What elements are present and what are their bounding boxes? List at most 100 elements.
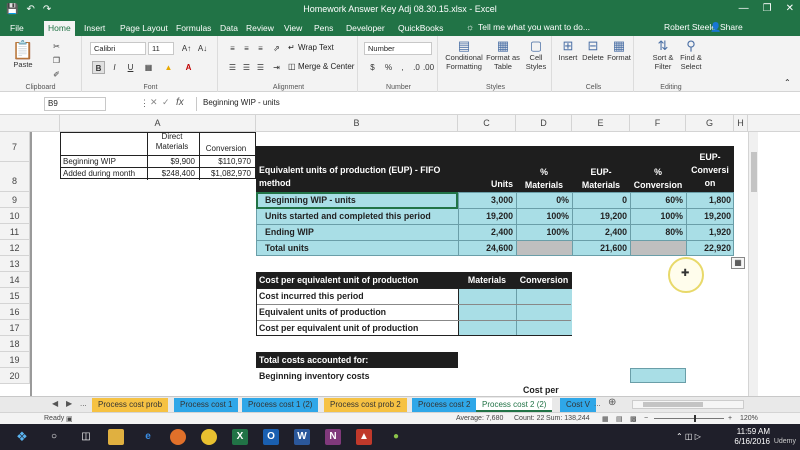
eup-row-pct-mat[interactable]: 100% <box>516 227 572 238</box>
fill-color-icon[interactable]: ▲ <box>162 61 175 74</box>
quick-analysis-icon[interactable]: ▦ <box>731 257 745 269</box>
align-middle-icon[interactable]: ≡ <box>240 42 253 55</box>
zoom-level[interactable]: 120% <box>740 415 758 422</box>
notification-icons[interactable]: ⌃ ◫ ▷ <box>676 432 701 441</box>
word-icon[interactable]: W <box>294 429 310 445</box>
normal-view-icon[interactable]: ▦ <box>602 415 609 423</box>
eup-row-label[interactable]: Units started and completed this period <box>262 211 458 222</box>
total-eup-conversion[interactable]: 22,920 <box>686 243 734 254</box>
worksheet-grid[interactable]: A B C D E F G H 7 8 9 10 11 12 13 14 15 … <box>0 115 800 398</box>
column-header-e[interactable]: E <box>572 115 630 132</box>
copy-icon[interactable]: ❐ <box>50 54 63 67</box>
eup-row-pct-conv[interactable]: 100% <box>630 211 686 222</box>
eup-row-pct-conv[interactable]: 60% <box>630 195 686 206</box>
row-header-19[interactable]: 19 <box>0 352 30 368</box>
column-header-h[interactable]: H <box>734 115 748 132</box>
format-painter-icon[interactable]: ✐ <box>50 68 63 81</box>
sort-filter-button[interactable]: ⇅ Sort & Filter <box>650 38 676 71</box>
insert-function-button[interactable]: fx <box>176 97 184 108</box>
align-center-icon[interactable]: ☰ <box>240 61 253 74</box>
tab-data[interactable]: Data <box>216 22 242 34</box>
windows-icon[interactable]: ❖ <box>14 429 30 445</box>
row-header-20[interactable]: 20 <box>0 368 30 384</box>
scroll-thumb[interactable] <box>751 152 757 192</box>
scroll-tabs-left-icon[interactable]: ◀ <box>52 399 58 408</box>
eup-row-pct-mat[interactable]: 0% <box>516 195 572 206</box>
eup-row-pct-mat[interactable]: 100% <box>516 211 572 222</box>
excel-icon[interactable]: X <box>232 429 248 445</box>
number-format-select[interactable]: Number <box>364 42 432 55</box>
format-as-table-button[interactable]: ▦ Format as Table <box>486 38 520 71</box>
eup-row-eup-mat[interactable]: 2,400 <box>572 227 630 238</box>
eup-row-pct-conv[interactable]: 80% <box>630 227 686 238</box>
user-name[interactable]: Robert Steele <box>664 22 716 32</box>
share-button[interactable]: Share <box>720 22 743 32</box>
zoom-slider-thumb[interactable] <box>694 415 696 422</box>
sheet-tab[interactable]: Process cost 1 <box>174 398 239 412</box>
task-view-icon[interactable]: ◫ <box>78 429 94 445</box>
tab-quickbooks[interactable]: QuickBooks <box>394 22 447 34</box>
add-sheet-icon[interactable]: ⊕ <box>608 397 616 408</box>
font-name-select[interactable]: Calibri <box>90 42 146 55</box>
sheet-tab[interactable]: Cost V <box>560 398 597 412</box>
delete-cells-button[interactable]: ⊟ Delete <box>580 38 606 62</box>
firefox-icon[interactable] <box>170 429 186 445</box>
vertical-scrollbar[interactable] <box>748 132 758 398</box>
eup-row-label[interactable]: Ending WIP <box>262 227 458 238</box>
tab-file[interactable]: File <box>6 22 28 34</box>
align-left-icon[interactable]: ☰ <box>226 61 239 74</box>
eup-row-eup-conv[interactable]: 1,800 <box>686 195 734 206</box>
taskbar-clock[interactable]: 11:59 AM 6/16/2016 <box>734 427 770 447</box>
zoom-out-icon[interactable]: − <box>644 415 648 422</box>
tell-me-search[interactable]: Tell me what you want to do... <box>478 22 590 32</box>
row-header-10[interactable]: 10 <box>0 208 30 224</box>
tab-insert[interactable]: Insert <box>80 22 109 34</box>
paint-icon[interactable]: ● <box>388 429 404 445</box>
eup-row-units[interactable]: 2,400 <box>458 227 516 238</box>
tab-developer[interactable]: Developer <box>342 22 389 34</box>
file-explorer-icon[interactable] <box>108 429 124 445</box>
collapse-ribbon-icon[interactable]: ⌃ <box>784 78 791 87</box>
cost-per-eu-label[interactable]: Cost per equivalent unit of production <box>256 323 458 334</box>
eu-production-label[interactable]: Equivalent units of production <box>256 307 458 318</box>
orientation-icon[interactable]: ⇗ <box>270 42 283 55</box>
beginning-inventory-label[interactable]: Beginning inventory costs <box>256 371 458 382</box>
tab-review[interactable]: Review <box>242 22 278 34</box>
borders-icon[interactable]: ▦ <box>142 61 155 74</box>
row-header-15[interactable]: 15 <box>0 288 30 304</box>
conditional-formatting-button[interactable]: ▤ Conditional Formatting <box>444 38 484 71</box>
currency-button[interactable]: $ <box>366 61 379 74</box>
scroll-tabs-right-icon[interactable]: ▶ <box>66 399 72 408</box>
total-units-label[interactable]: Total units <box>262 243 458 254</box>
column-header-g[interactable]: G <box>686 115 734 132</box>
eup-row-eup-mat[interactable]: 0 <box>572 195 630 206</box>
eup-row-units[interactable]: 19,200 <box>458 211 516 222</box>
eup-row-eup-mat[interactable]: 19,200 <box>572 211 630 222</box>
cost-incurred-label[interactable]: Cost incurred this period <box>256 291 458 302</box>
wrap-text-button[interactable]: Wrap Text <box>298 43 334 52</box>
insert-cells-button[interactable]: ⊞ Insert <box>556 38 580 62</box>
tab-formulas[interactable]: Formulas <box>172 22 215 34</box>
font-color-icon[interactable]: A <box>182 61 195 74</box>
font-size-select[interactable]: 11 <box>148 42 174 55</box>
tab-view[interactable]: View <box>280 22 306 34</box>
chrome-icon[interactable] <box>201 429 217 445</box>
find-select-button[interactable]: ⚲ Find & Select <box>678 38 704 71</box>
decrease-font-icon[interactable]: A↓ <box>196 42 209 55</box>
align-right-icon[interactable]: ☰ <box>254 61 267 74</box>
more-sheets-right[interactable]: ... <box>594 399 601 408</box>
zoom-slider[interactable] <box>654 415 724 422</box>
increase-font-icon[interactable]: A↑ <box>180 42 193 55</box>
edge-icon[interactable]: e <box>140 429 156 445</box>
page-layout-view-icon[interactable]: ▤ <box>616 415 623 423</box>
bold-button[interactable]: B <box>92 61 105 74</box>
column-header-a[interactable]: A <box>60 115 256 132</box>
eup-row-eup-conv[interactable]: 1,920 <box>686 227 734 238</box>
sheet-tab[interactable]: Process cost prob 2 <box>324 398 407 412</box>
cut-icon[interactable]: ✂ <box>50 40 63 53</box>
row-header-11[interactable]: 11 <box>0 224 30 240</box>
total-units-value[interactable]: 24,600 <box>458 243 516 254</box>
name-box[interactable]: B9 <box>44 97 106 111</box>
page-break-view-icon[interactable]: ▩ <box>630 415 637 423</box>
paste-button[interactable]: 📋 Paste <box>10 40 36 69</box>
